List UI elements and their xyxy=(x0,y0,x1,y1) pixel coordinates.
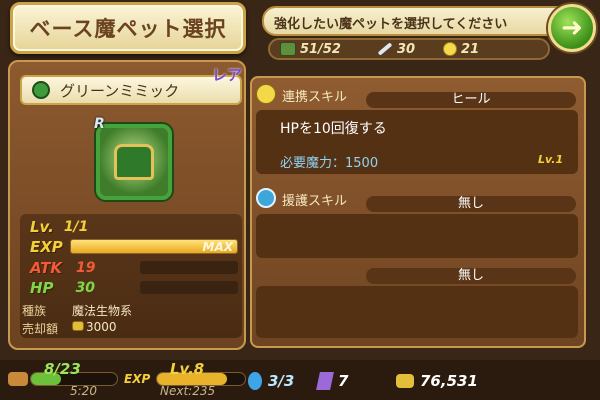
linked-skill-level: Lv.1 xyxy=(538,153,564,166)
hp-label: HP xyxy=(30,279,54,297)
support-skill-box2 xyxy=(256,286,578,338)
back-arrow-icon: ➜ xyxy=(561,13,583,43)
support-skill-title: 援護スキル xyxy=(282,194,348,209)
atk-row: ATK 19 xyxy=(30,259,96,277)
exp-label: EXP xyxy=(30,238,63,256)
storage-box-icon xyxy=(280,42,296,56)
pet-name-plate: グリーンミミック xyxy=(20,75,242,105)
level-label: Lv. xyxy=(30,218,54,236)
linked-skill-description: HPを10回復する xyxy=(280,121,387,137)
exp-row: EXP xyxy=(30,238,63,256)
support-skill-slot2: 無し xyxy=(366,268,576,284)
species-row: 種族 魔法生物系 xyxy=(22,302,132,319)
sell-value-wrap: 3000 xyxy=(72,320,117,337)
linked-skill-name: ヒール xyxy=(366,92,576,108)
screen-title: ベース魔ペット選択 xyxy=(29,17,227,41)
next-exp: Next:235 xyxy=(160,384,216,398)
player-level: Lv.8 xyxy=(170,360,205,378)
resource-bar: 51/52 30 21 xyxy=(268,38,550,60)
level-value: 1/1 xyxy=(63,219,89,235)
support-ring-icon xyxy=(256,188,276,208)
chick-skill-icon xyxy=(256,84,276,104)
exp-bar: MAX xyxy=(70,239,238,254)
gem-value: 3/3 xyxy=(268,372,295,390)
pet-name: グリーンミミック xyxy=(60,81,180,100)
chick-icon xyxy=(443,42,458,56)
rarity-label: レア xyxy=(212,66,243,84)
sword-value: 30 xyxy=(396,41,416,57)
species-value: 魔法生物系 xyxy=(72,304,133,318)
stamina-icon xyxy=(8,372,28,386)
linked-skill-mana: 必要魔力：1500 xyxy=(280,156,379,171)
footer-exp-label: EXP xyxy=(124,372,151,386)
sell-row: 売却額 3000 xyxy=(22,320,117,337)
species-label: 種族 xyxy=(22,304,47,318)
linked-skill-title: 連携スキル xyxy=(282,90,348,105)
mimic-chest-icon xyxy=(114,144,154,180)
coin-icon xyxy=(72,321,84,331)
level-row: Lv. 1/1 xyxy=(30,218,88,236)
support-skill-box1 xyxy=(256,214,578,258)
chick-value: 21 xyxy=(461,41,480,57)
stamina-timer: 5:20 xyxy=(70,384,97,398)
sell-value: 3000 xyxy=(86,320,117,334)
storage-counter: 51/52 xyxy=(280,42,341,57)
support-skill-slot1: 無し xyxy=(366,196,576,212)
hp-row: HP 30 xyxy=(30,279,95,297)
atk-track xyxy=(140,261,238,274)
gold-value: 76,531 xyxy=(420,372,478,390)
sword-counter: 30 xyxy=(377,42,415,57)
chick-counter: 21 xyxy=(443,42,479,57)
storage-value: 51/52 xyxy=(300,41,341,57)
back-button[interactable]: ➜ xyxy=(548,4,596,52)
atk-value: 19 xyxy=(76,260,96,276)
element-leaf-icon xyxy=(32,81,50,99)
sword-icon xyxy=(377,42,393,56)
stamina-value: 8/23 xyxy=(44,360,81,378)
crystal-value: 7 xyxy=(338,372,349,390)
instruction-message: 強化したい魔ペットを選択してください xyxy=(262,6,582,36)
atk-label: ATK xyxy=(30,259,63,277)
gold-coin-icon xyxy=(396,374,414,388)
sell-label: 売却額 xyxy=(22,322,59,336)
gem-icon xyxy=(248,372,262,390)
screen-title-plate: ベース魔ペット選択 xyxy=(10,2,246,54)
exp-max-text: MAX xyxy=(202,240,233,254)
rank-badge: R xyxy=(94,116,105,132)
hp-value: 30 xyxy=(75,280,96,296)
hp-track xyxy=(140,281,238,294)
